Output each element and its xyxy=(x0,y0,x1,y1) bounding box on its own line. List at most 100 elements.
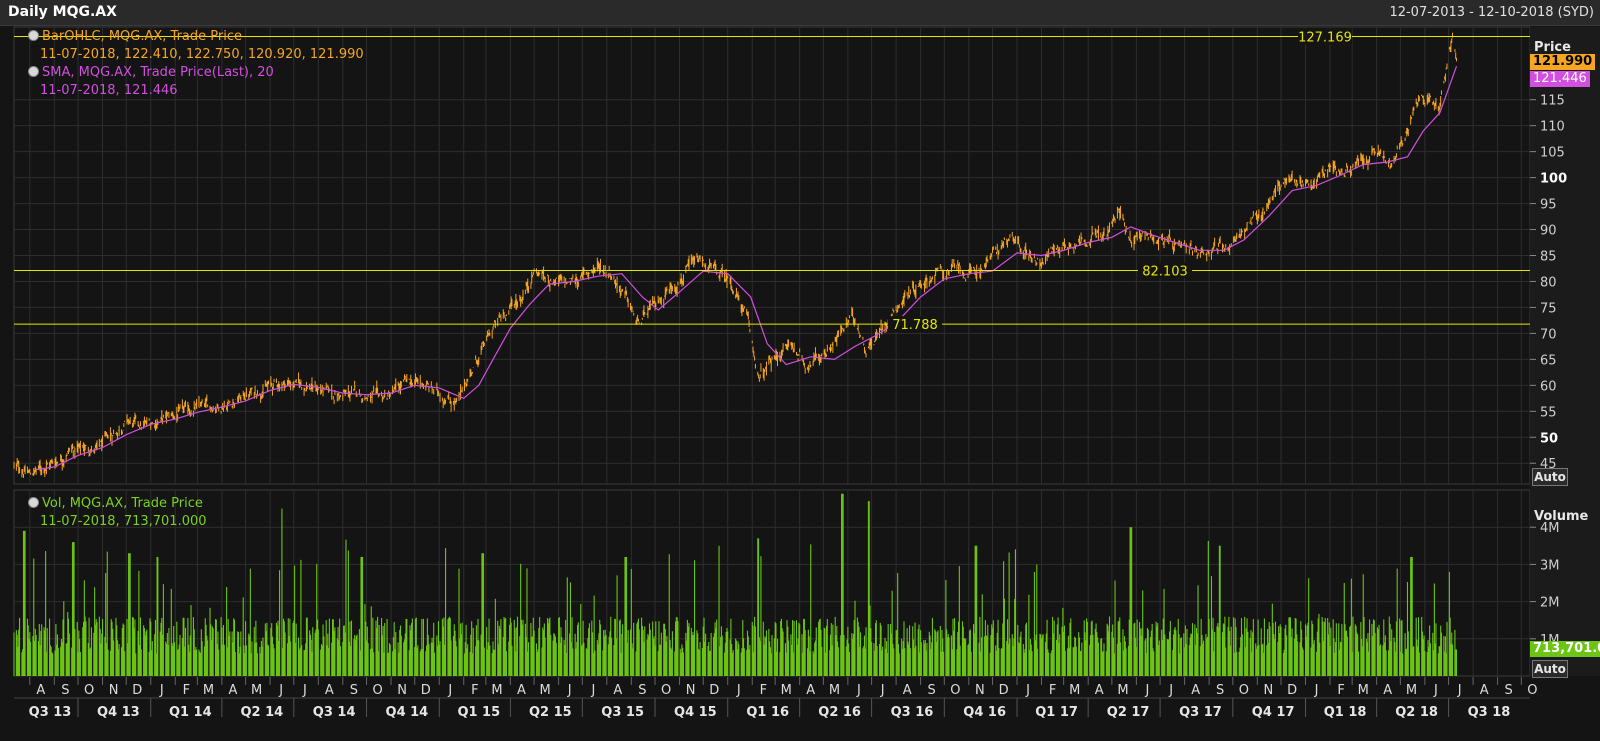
x-month-label: A xyxy=(903,683,912,698)
x-month-label: A xyxy=(1191,683,1200,698)
x-month-label: N xyxy=(975,683,985,698)
level-label: 82.103 xyxy=(1142,265,1188,280)
y-tick-label: 70 xyxy=(1540,327,1557,342)
vol-legend-name: Vol, MQG.AX, Trade Price xyxy=(42,496,203,511)
x-quarter-label: Q4 13 xyxy=(97,705,140,720)
x-month-label: F xyxy=(1049,683,1056,698)
y-tick-label: 80 xyxy=(1540,275,1557,290)
x-month-label: M xyxy=(203,683,214,698)
x-month-label: O xyxy=(1527,683,1537,698)
price-axis-title: Price xyxy=(1534,40,1571,55)
level-label: 127.169 xyxy=(1298,31,1352,46)
collapse-icon[interactable] xyxy=(28,66,39,77)
y-tick-label: 95 xyxy=(1540,198,1557,213)
x-month-label: J xyxy=(1168,683,1173,698)
ohlc-legend-name: BarOHLC, MQG.AX, Trade Price xyxy=(42,29,242,44)
x-quarter-label: Q3 14 xyxy=(313,705,356,720)
x-month-label: O xyxy=(84,683,94,698)
x-quarter-label: Q3 15 xyxy=(601,705,644,720)
x-quarter-label: Q4 14 xyxy=(386,705,429,720)
x-month-label: F xyxy=(760,683,767,698)
x-quarter-label: Q1 16 xyxy=(746,705,789,720)
x-month-label: D xyxy=(709,683,719,698)
x-month-label: S xyxy=(350,683,358,698)
x-month-label: J xyxy=(736,683,741,698)
x-quarter-label: Q2 16 xyxy=(818,705,861,720)
x-month-label: M xyxy=(829,683,840,698)
x-month-label: A xyxy=(517,683,526,698)
x-month-label: N xyxy=(397,683,407,698)
y-tick-label: 65 xyxy=(1540,353,1557,368)
x-month-label: M xyxy=(1117,683,1128,698)
x-month-label: S xyxy=(928,683,936,698)
y-tick-label: 115 xyxy=(1540,94,1565,109)
sma-legend-values: 11-07-2018, 121.446 xyxy=(40,83,178,98)
y-tick-label: 85 xyxy=(1540,250,1557,265)
x-month-label: O xyxy=(950,683,960,698)
volume-tick-label: 3M xyxy=(1540,558,1560,573)
x-month-label: J xyxy=(1433,683,1438,698)
x-quarter-label: Q2 18 xyxy=(1395,705,1438,720)
x-month-label: M xyxy=(1069,683,1080,698)
x-month-label: A xyxy=(613,683,622,698)
x-month-label: J xyxy=(1025,683,1030,698)
sma-price-tag: 121.446 xyxy=(1530,71,1590,87)
last-volume-tag: 713,701.0 xyxy=(1530,641,1600,657)
volume-auto-button[interactable]: Auto xyxy=(1532,660,1568,678)
x-quarter-label: Q3 13 xyxy=(29,705,72,720)
x-month-label: J xyxy=(1145,683,1150,698)
vol-legend-values: 11-07-2018, 713,701.000 xyxy=(40,514,207,529)
x-month-label: J xyxy=(278,683,283,698)
x-month-label: F xyxy=(183,683,190,698)
x-month-label: N xyxy=(1264,683,1274,698)
collapse-icon[interactable] xyxy=(28,497,39,508)
x-month-label: D xyxy=(999,683,1009,698)
y-tick-label: 75 xyxy=(1540,301,1557,316)
y-tick-label: 110 xyxy=(1540,120,1565,135)
x-month-label: S xyxy=(1505,683,1513,698)
x-month-label: F xyxy=(1337,683,1344,698)
x-month-label: O xyxy=(372,683,382,698)
x-quarter-label: Q2 15 xyxy=(529,705,572,720)
x-month-label: N xyxy=(686,683,696,698)
x-month-label: J xyxy=(1314,683,1319,698)
x-month-label: M xyxy=(540,683,551,698)
x-month-label: S xyxy=(1216,683,1224,698)
level-label: 71.788 xyxy=(892,318,938,333)
x-month-label: N xyxy=(109,683,119,698)
x-month-label: J xyxy=(1457,683,1462,698)
price-auto-button[interactable]: Auto xyxy=(1532,468,1568,486)
x-month-label: A xyxy=(1383,683,1392,698)
x-month-label: M xyxy=(781,683,792,698)
x-month-label: A xyxy=(1480,683,1489,698)
chart-canvas: ASONDJFMAMJJASONDJFMAMJJASONDJFMAMJJASON… xyxy=(13,26,1600,720)
x-quarter-label: Q3 17 xyxy=(1179,705,1222,720)
x-month-label: A xyxy=(325,683,334,698)
x-month-label: O xyxy=(1239,683,1249,698)
y-tick-label: 100 xyxy=(1540,172,1567,187)
x-month-label: S xyxy=(638,683,646,698)
x-month-label: S xyxy=(61,683,69,698)
x-quarter-label: Q4 16 xyxy=(963,705,1006,720)
x-month-label: M xyxy=(251,683,262,698)
x-month-label: D xyxy=(132,683,142,698)
x-month-label: J xyxy=(856,683,861,698)
x-month-label: J xyxy=(590,683,595,698)
x-quarter-label: Q4 15 xyxy=(674,705,717,720)
price-legend: BarOHLC, MQG.AX, Trade Price 11-07-2018,… xyxy=(28,28,364,100)
ohlc-legend-values: 11-07-2018, 122.410, 122.750, 120.920, 1… xyxy=(40,47,364,62)
x-quarter-label: Q3 16 xyxy=(891,705,934,720)
x-month-label: J xyxy=(447,683,452,698)
x-month-label: J xyxy=(302,683,307,698)
y-tick-label: 60 xyxy=(1540,379,1557,394)
x-quarter-label: Q3 18 xyxy=(1468,705,1511,720)
x-month-label: D xyxy=(1287,683,1297,698)
x-month-label: D xyxy=(421,683,431,698)
y-tick-label: 90 xyxy=(1540,224,1557,239)
collapse-icon[interactable] xyxy=(28,30,39,41)
x-month-label: J xyxy=(567,683,572,698)
x-month-label: M xyxy=(1406,683,1417,698)
x-month-label: A xyxy=(1095,683,1104,698)
x-quarter-label: Q1 18 xyxy=(1324,705,1367,720)
x-quarter-label: Q2 17 xyxy=(1107,705,1150,720)
